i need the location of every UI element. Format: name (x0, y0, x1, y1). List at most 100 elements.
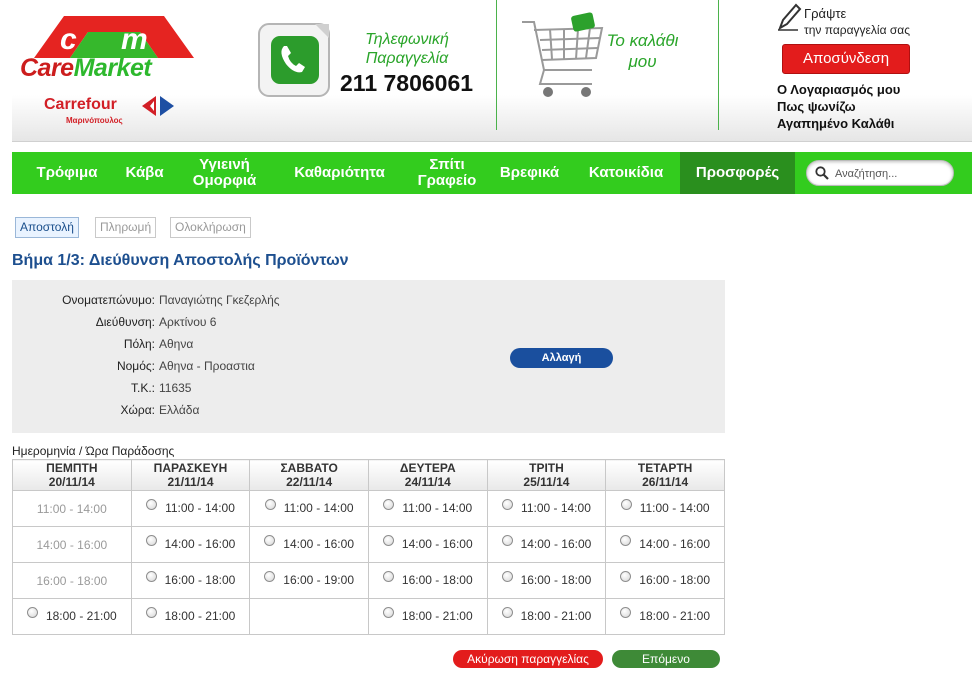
delivery-slot[interactable]: 16:00 - 18:00 (382, 571, 473, 587)
slot-radio[interactable] (502, 499, 514, 511)
slot-radio[interactable] (383, 499, 395, 511)
phone-number[interactable]: 211 7806061 (340, 70, 473, 97)
schedule-cell[interactable]: 11:00 - 14:00 (486, 490, 607, 527)
delivery-slot[interactable]: 16:00 - 18:00 (620, 571, 710, 587)
slot-radio[interactable] (620, 607, 632, 619)
slot-radio[interactable] (501, 607, 513, 619)
slot-radio[interactable] (145, 535, 157, 547)
delivery-slot[interactable]: 14:00 - 16:00 (145, 535, 236, 551)
delivery-slot[interactable]: 11:00 - 14:00 (620, 499, 710, 515)
link-my-account[interactable]: Ο Λογαριασμός μου (777, 82, 900, 97)
slot-radio[interactable] (382, 535, 394, 547)
schedule-cell[interactable]: 18:00 - 21:00 (12, 598, 132, 635)
schedule-cell[interactable]: 14:00 - 16:00 (486, 526, 607, 563)
slot-radio[interactable] (264, 535, 276, 547)
nav-item-health-beauty[interactable]: Υγιεινή Ομορφιά (177, 152, 272, 194)
search-icon[interactable] (815, 166, 829, 180)
delivery-slot[interactable]: 11:00 - 14:00 (146, 499, 235, 515)
schedule-cell[interactable]: 11:00 - 14:00 (367, 490, 488, 527)
link-favorite-cart[interactable]: Αγαπημένο Καλάθι (777, 116, 894, 131)
nav-item-baby[interactable]: Βρεφικά (487, 152, 572, 194)
slot-radio[interactable] (501, 571, 513, 583)
slot-radio[interactable] (620, 571, 632, 583)
delivery-slot[interactable]: 18:00 - 21:00 (145, 607, 235, 623)
schedule-cell[interactable]: 18:00 - 21:00 (605, 598, 725, 635)
nav-item-pets[interactable]: Κατοικίδια (572, 152, 680, 194)
link-how-to-shop[interactable]: Πως ψωνίζω (777, 99, 856, 114)
nav-item-home-office[interactable]: Σπίτι Γραφείο (407, 152, 487, 194)
delivery-slot[interactable]: 18:00 - 21:00 (620, 607, 710, 623)
slot-radio[interactable] (264, 571, 276, 583)
day-header: ΣΑΒΒΑΤΟ 22/11/14 (249, 459, 369, 491)
delivery-slot[interactable]: 16:00 - 19:00 (264, 571, 354, 587)
schedule-cell[interactable]: 18:00 - 21:00 (130, 598, 251, 635)
nav-item-cleaning[interactable]: Καθαριότητα (272, 152, 407, 194)
delivery-slot[interactable]: 14:00 - 16:00 (382, 535, 473, 551)
slot-time: 14:00 - 16:00 (164, 536, 236, 551)
change-address-button[interactable]: Αλλαγή (510, 348, 613, 368)
delivery-slot[interactable]: 14:00 - 16:00 (501, 535, 591, 551)
delivery-slot[interactable]: 18:00 - 21:00 (26, 607, 117, 623)
schedule-header-row: ΠΕΜΠΤΗ 20/11/14 ΠΑΡΑΣΚΕΥΗ 21/11/14 ΣΑΒΒΑΤΟ… (12, 459, 725, 491)
schedule-cell[interactable]: 14:00 - 16:00 (249, 526, 369, 563)
delivery-slot[interactable]: 18:00 - 21:00 (501, 607, 592, 623)
delivery-slot[interactable]: 11:00 - 14:00 (264, 499, 354, 515)
delivery-slot[interactable]: 14:00 - 16:00 (620, 535, 710, 551)
search-input[interactable] (835, 165, 947, 182)
schedule-cell[interactable]: 16:00 - 19:00 (249, 562, 369, 599)
slot-radio[interactable] (501, 535, 513, 547)
schedule-cell[interactable]: 18:00 - 21:00 (367, 598, 488, 635)
brand-suffix: Market (73, 54, 152, 82)
slot-radio[interactable] (620, 499, 632, 511)
nav-item-wine[interactable]: Κάβα (112, 152, 177, 194)
write-order-title[interactable]: Γράψτε (804, 6, 846, 21)
address-label: Χώρα: (120, 403, 155, 417)
schedule-cell[interactable]: 11:00 - 14:00 (130, 490, 251, 527)
delivery-slot: 14:00 - 16:00 (36, 538, 107, 552)
schedule-cell[interactable]: 16:00 - 18:00 (367, 562, 488, 599)
slot-time: 14:00 - 16:00 (639, 536, 710, 551)
caremarket-logo[interactable]: c m CareMarket Carrefour Μαρινόπουλος (12, 8, 212, 128)
schedule-cell[interactable]: 11:00 - 14:00 (605, 490, 725, 527)
slot-radio[interactable] (26, 607, 38, 619)
delivery-slot[interactable]: 16:00 - 18:00 (501, 571, 591, 587)
delivery-slot[interactable]: 18:00 - 21:00 (382, 607, 473, 623)
slot-time: 11:00 - 14:00 (402, 500, 473, 515)
delivery-slot[interactable]: 14:00 - 16:00 (264, 535, 354, 551)
delivery-slot[interactable]: 16:00 - 18:00 (145, 571, 235, 587)
slot-time: 11:00 - 14:00 (165, 500, 235, 515)
schedule-cell[interactable]: 16:00 - 18:00 (130, 562, 251, 599)
slot-radio[interactable] (382, 607, 394, 619)
slot-radio[interactable] (382, 571, 394, 583)
schedule-cell[interactable]: 18:00 - 21:00 (486, 598, 607, 635)
schedule-cell[interactable]: 14:00 - 16:00 (605, 526, 725, 563)
schedule-cell[interactable]: 16:00 - 18:00 (486, 562, 607, 599)
slot-radio[interactable] (145, 571, 157, 583)
brand-prefix: Care (20, 54, 74, 82)
header-divider (496, 0, 497, 130)
phone-order-label: Τηλεφωνική Παραγγελία (365, 31, 449, 67)
schedule-cell[interactable]: 16:00 - 18:00 (605, 562, 725, 599)
delivery-slot[interactable]: 11:00 - 14:00 (502, 499, 591, 515)
schedule-cell[interactable]: 14:00 - 16:00 (130, 526, 251, 563)
nav-item-food[interactable]: Τρόφιμα (22, 152, 112, 194)
day-name: ΤΡΙΤΗ (529, 461, 564, 475)
nav-item-offers[interactable]: Προσφορές (680, 152, 795, 194)
slot-radio[interactable] (145, 607, 157, 619)
slot-radio[interactable] (620, 535, 632, 547)
my-cart-label[interactable]: Το καλάθι μου (595, 30, 690, 72)
slot-time: 18:00 - 21:00 (520, 608, 592, 623)
write-order-subtitle[interactable]: την παραγγελία σας (804, 23, 910, 37)
address-label: Διεύθυνση: (95, 315, 155, 329)
cancel-order-button[interactable]: Ακύρωση παραγγελίας (453, 650, 603, 668)
slot-radio[interactable] (264, 499, 276, 511)
delivery-slot[interactable]: 11:00 - 14:00 (383, 499, 473, 515)
logout-button[interactable]: Αποσύνδεση (782, 44, 910, 74)
day-date: 20/11/14 (48, 475, 95, 489)
slot-radio[interactable] (146, 499, 158, 511)
next-button[interactable]: Επόμενο (612, 650, 720, 668)
schedule-row: 14:00 - 16:00 14:00 - 16:00 14:00 - 16:00 1… (12, 526, 725, 563)
slot-time: 14:00 - 16:00 (283, 536, 354, 551)
schedule-cell[interactable]: 14:00 - 16:00 (367, 526, 488, 563)
schedule-cell[interactable]: 11:00 - 14:00 (249, 490, 369, 527)
